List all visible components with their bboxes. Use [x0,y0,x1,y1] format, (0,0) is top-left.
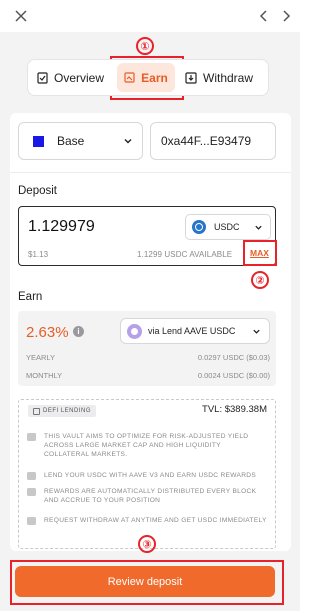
tab-overview[interactable]: Overview [37,63,115,92]
chevron-down-icon [253,329,260,334]
wallet-address-field[interactable]: 0xa44F...E93479 [150,122,276,160]
coins-icon [27,472,36,480]
deposit-heading: Deposit [18,185,57,197]
defi-lending-badge: DEFI LENDING [28,405,97,417]
feature-text: REQUEST WITHDRAW AT ANYTIME AND GET USDC… [44,517,267,524]
monthly-value: 0.0024 USDC ($0.00) [197,371,270,380]
feature-item: REWARDS ARE AUTOMATICALLY DISTRIBUTED EV… [27,487,267,505]
tab-bar: Overview Earn Withdraw [27,59,269,96]
earn-card: 2.63% i via Lend AAVE USDC YEARLY 0.0297… [18,311,276,386]
yearly-row: YEARLY 0.0297 USDC ($0.03) [26,353,270,362]
tab-earn[interactable]: Earn [117,63,175,92]
monthly-row: MONTHLY 0.0024 USDC ($0.00) [26,371,270,380]
chain-select[interactable]: Base [18,122,143,160]
tab-earn-label: Earn [141,70,168,85]
yearly-label: YEARLY [26,353,56,362]
chevron-down-icon [124,139,132,144]
monthly-label: MONTHLY [26,371,63,380]
divider [10,172,291,173]
withdraw-request-icon [27,517,36,525]
annotation-marker-3: ③ [138,535,156,553]
tab-withdraw-label: Withdraw [203,70,254,85]
annotation-marker-1: ① [136,37,154,55]
chevron-down-icon [255,225,262,230]
defi-badge-label: DEFI LENDING [43,408,92,414]
lending-icon [33,407,40,415]
feature-text: THIS VAULT AIMS TO OPTIMIZE FOR RISK-ADJ… [44,433,249,458]
deposit-amount-input[interactable]: 1.129979 [28,218,95,236]
chevron-left-icon[interactable] [255,7,273,25]
close-icon[interactable] [12,7,30,25]
vault-select[interactable]: via Lend AAVE USDC [120,318,270,344]
shield-icon [27,433,36,441]
deposit-input-box[interactable]: 1.129979 USDC $1.13 1.1299 USDC AVAILABL… [18,206,276,266]
feature-text: REWARDS ARE AUTOMATICALLY DISTRIBUTED EV… [44,488,257,504]
token-name: USDC [214,222,240,232]
withdraw-icon [185,71,197,84]
earn-heading: Earn [18,291,43,303]
deposit-usd-value: $1.13 [28,250,49,259]
available-balance: 1.1299 USDC AVAILABLE [137,250,233,259]
yearly-value: 0.0297 USDC ($0.03) [197,353,270,362]
tab-withdraw[interactable]: Withdraw [185,63,265,92]
chain-color-icon [33,135,44,147]
aave-icon [127,323,142,339]
feature-item: REQUEST WITHDRAW AT ANYTIME AND GET USDC… [27,516,267,525]
info-icon[interactable]: i [73,326,84,337]
feature-item: THIS VAULT AIMS TO OPTIMIZE FOR RISK-ADJ… [27,432,267,459]
max-button[interactable]: MAX [250,248,269,258]
tvl-value: TVL: $389.38M [202,404,267,415]
chain-name: Base [57,134,85,148]
tab-overview-label: Overview [54,70,105,85]
earn-icon [124,72,135,83]
token-select[interactable]: USDC [185,214,271,240]
top-bar [0,0,300,32]
apy-value: 2.63% [26,324,69,341]
review-deposit-button[interactable]: Review deposit [15,566,275,597]
feature-text: LEND YOUR USDC WITH AAVE V3 AND EARN USD… [44,472,257,479]
vault-name: via Lend AAVE USDC [148,326,236,336]
usdc-icon [192,220,206,234]
gift-icon [27,488,36,496]
clipboard-check-icon [37,71,48,84]
chevron-right-icon[interactable] [277,7,295,25]
vault-info-box: DEFI LENDING TVL: $389.38M THIS VAULT AI… [18,399,276,549]
annotation-marker-2: ② [251,271,269,289]
feature-item: LEND YOUR USDC WITH AAVE V3 AND EARN USD… [27,471,267,480]
